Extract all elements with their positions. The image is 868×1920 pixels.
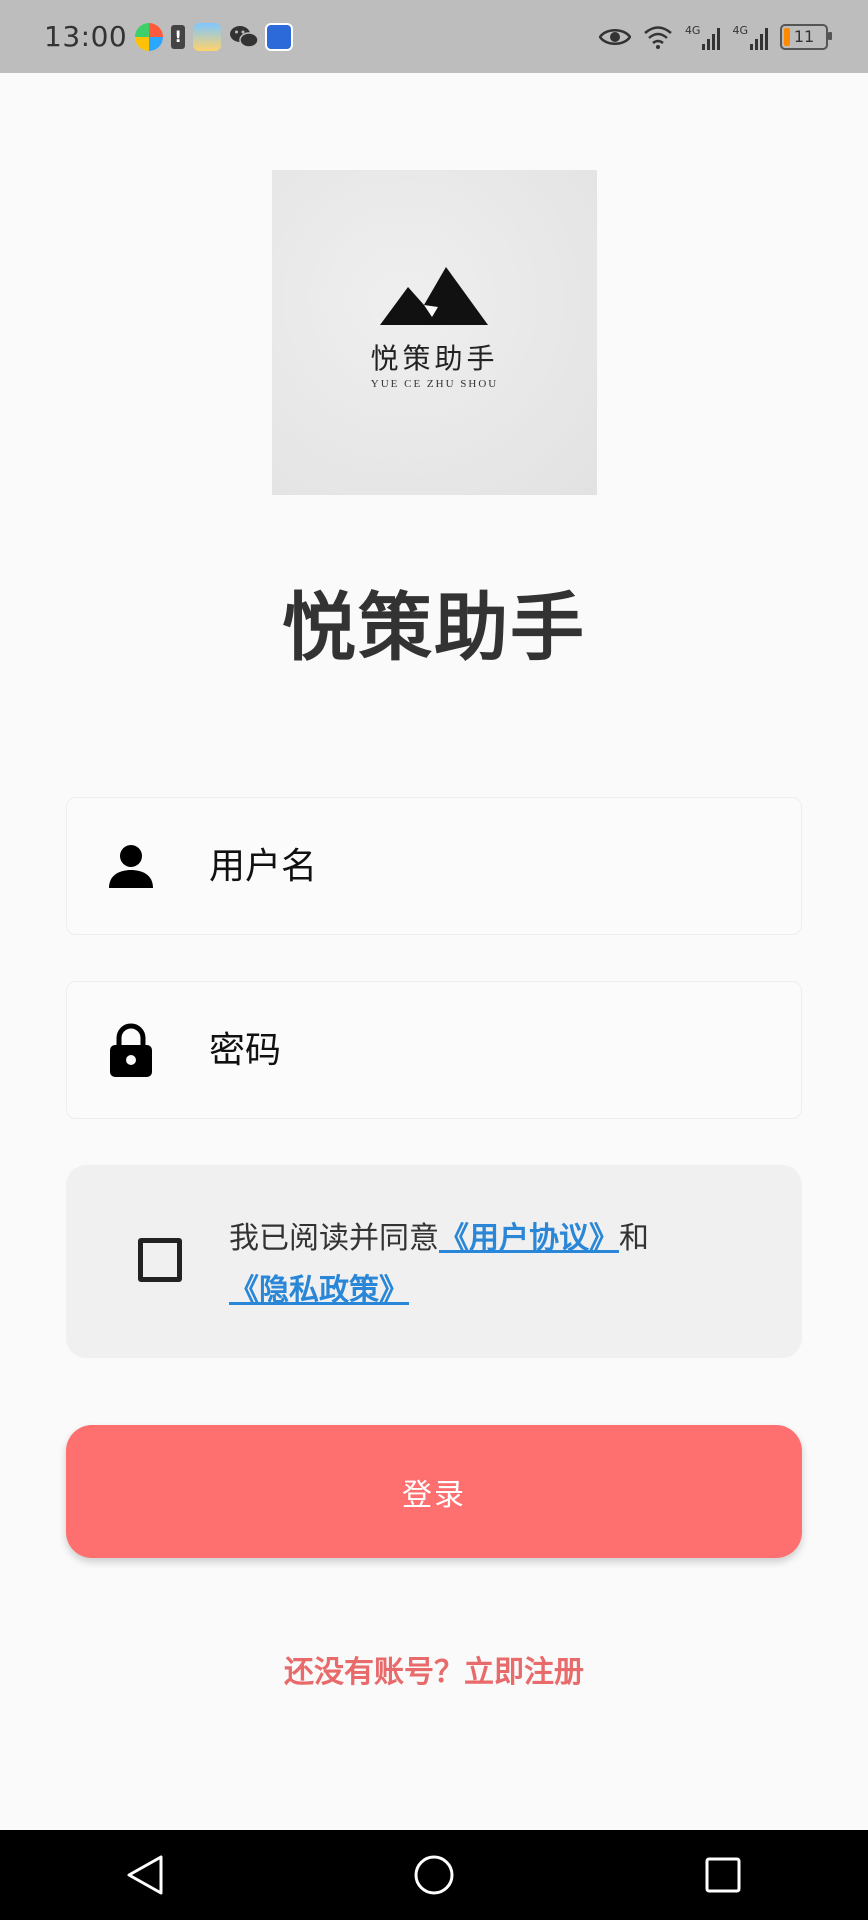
wechat-icon — [229, 23, 259, 51]
signal-4g-icon: 4G — [685, 24, 721, 50]
wifi-icon — [644, 25, 672, 49]
battery-icon: 11 — [780, 23, 832, 50]
browser-icon — [265, 22, 294, 51]
username-input[interactable] — [207, 844, 771, 888]
app-logo: 悦策助手 YUE CE ZHU SHOU — [272, 170, 597, 495]
status-time: 13:00 — [44, 20, 128, 53]
user-icon — [109, 845, 153, 888]
home-icon — [414, 1855, 454, 1895]
signal-4g-icon: 4G — [732, 24, 768, 50]
notification-icons: ! — [135, 22, 294, 51]
user-agreement-link[interactable]: 《用户协议》 — [439, 1221, 619, 1256]
home-button[interactable] — [389, 1830, 479, 1920]
recents-icon — [705, 1857, 741, 1893]
app-title: 悦策助手 — [282, 585, 586, 671]
agreement-checkbox[interactable] — [138, 1238, 182, 1282]
register-link[interactable]: 还没有账号？立即注册 — [0, 1647, 868, 1691]
colorful-app-icon — [135, 22, 164, 51]
agreement-prefix: 我已阅读并同意 — [229, 1221, 439, 1256]
agreement-box: 我已阅读并同意《用户协议》和 《隐私政策》 — [66, 1165, 802, 1358]
system-status-icons: 4G 4G 11 — [598, 0, 832, 73]
recents-button[interactable] — [678, 1830, 768, 1920]
logo-subtitle: YUE CE ZHU SHOU — [370, 378, 499, 390]
back-icon — [127, 1855, 163, 1895]
navigation-bar — [0, 1830, 868, 1920]
back-button[interactable] — [100, 1830, 190, 1920]
eye-icon — [598, 28, 631, 45]
privacy-policy-link[interactable]: 《隐私政策》 — [229, 1273, 409, 1308]
alert-icon: ! — [171, 24, 186, 49]
status-bar: 13:00 ! 4G 4G 11 — [0, 0, 868, 73]
password-field[interactable] — [66, 981, 802, 1119]
logo-title: 悦策助手 — [370, 342, 499, 375]
lock-icon — [110, 1023, 152, 1077]
password-input[interactable] — [207, 1028, 771, 1072]
username-field[interactable] — [66, 797, 802, 935]
agreement-text: 我已阅读并同意《用户协议》和 《隐私政策》 — [229, 1213, 749, 1317]
mountain-icon — [380, 267, 488, 325]
login-button[interactable]: 登录 — [66, 1425, 802, 1558]
weather-icon — [193, 22, 222, 51]
agreement-joiner: 和 — [619, 1221, 649, 1256]
